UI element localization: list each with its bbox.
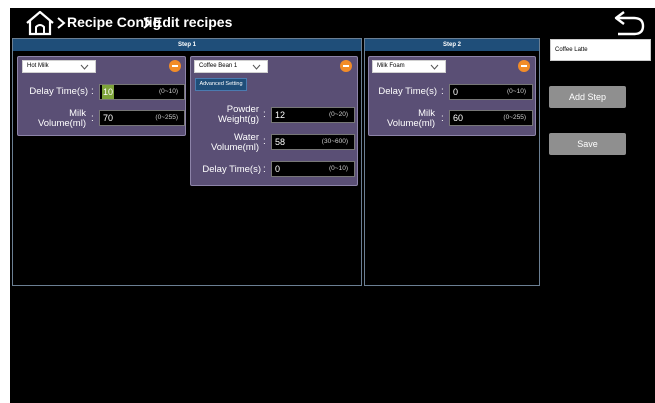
- add-step-button[interactable]: Add Step: [549, 86, 626, 108]
- delay-time-input[interactable]: 0 (0~10): [449, 84, 533, 100]
- back-arrow-icon[interactable]: [610, 8, 648, 36]
- milk-volume-input[interactable]: 60 (0~255): [449, 110, 533, 126]
- range-hint: (30~600): [321, 138, 348, 145]
- remove-ingredient-button[interactable]: [169, 60, 181, 72]
- colon: :: [441, 86, 444, 97]
- range-hint: (0~10): [329, 165, 348, 172]
- step-card-coffee-bean: Coffee Bean 1 Advanced Setting Powder We…: [190, 56, 358, 186]
- range-hint: (0~10): [507, 88, 526, 95]
- chevron-down-icon: [80, 64, 89, 70]
- field-label: Delay Time(s): [202, 164, 261, 175]
- ingredient-select-value: Milk Foam: [377, 63, 405, 69]
- screen: Recipe Config Edit recipes Step 1 Hot Mi…: [10, 8, 655, 403]
- milk-volume-input[interactable]: 70 (0~255): [99, 110, 185, 126]
- input-value: 0: [453, 87, 459, 97]
- colon: :: [91, 86, 94, 97]
- ingredient-select-value: Hot Milk: [27, 63, 49, 69]
- input-value: 0: [275, 164, 281, 174]
- ingredient-select[interactable]: Hot Milk: [22, 60, 96, 73]
- ingredient-select[interactable]: Coffee Bean 1: [194, 60, 268, 73]
- colon: :: [441, 113, 444, 124]
- colon: :: [263, 109, 266, 120]
- advanced-setting-button[interactable]: Advanced Setting: [195, 78, 247, 91]
- ingredient-select-value: Coffee Bean 1: [199, 63, 238, 69]
- range-hint: (0~20): [329, 111, 348, 118]
- breadcrumb-separator-icon: [143, 17, 152, 29]
- field-label: Water Volume(ml): [210, 132, 259, 153]
- delay-time-input[interactable]: 0 (0~10): [271, 161, 355, 177]
- home-icon[interactable]: [24, 10, 56, 36]
- input-value: 12: [275, 110, 286, 120]
- breadcrumb-separator-icon: [57, 17, 66, 29]
- field-label: Delay Time(s): [378, 86, 437, 97]
- field-label: Milk Volume(ml): [386, 108, 435, 129]
- colon: :: [263, 164, 266, 175]
- recipe-name-input[interactable]: Coffee Latte: [550, 39, 651, 61]
- step-card-hot-milk: Hot Milk Delay Time(s) : 10 (0~10) Milk …: [17, 56, 186, 136]
- input-value: 70: [103, 113, 114, 123]
- colon: :: [91, 113, 94, 124]
- ingredient-select[interactable]: Milk Foam: [372, 60, 446, 73]
- field-label: Milk Volume(ml): [37, 108, 86, 129]
- range-hint: (0~255): [503, 114, 526, 121]
- field-label: Delay Time(s): [29, 86, 88, 97]
- input-value: 10: [102, 85, 115, 99]
- step-2-panel: Step 2 Milk Foam Delay Time(s) : 0 (0~10…: [364, 38, 540, 286]
- range-hint: (0~255): [155, 114, 178, 121]
- delay-time-input[interactable]: 10 (0~10): [99, 84, 185, 100]
- step-1-panel: Step 1 Hot Milk Delay Time(s) : 10 (0~10…: [12, 38, 362, 286]
- breadcrumb-edit-recipes: Edit recipes: [153, 14, 233, 30]
- chevron-down-icon: [430, 64, 439, 70]
- step-2-title: Step 2: [365, 39, 539, 51]
- field-label: Powder Weight(g): [217, 104, 259, 125]
- range-hint: (0~10): [159, 88, 178, 95]
- remove-ingredient-button[interactable]: [518, 60, 530, 72]
- remove-ingredient-button[interactable]: [340, 60, 352, 72]
- colon: :: [263, 136, 266, 147]
- chevron-down-icon: [252, 64, 261, 70]
- step-card-milk-foam: Milk Foam Delay Time(s) : 0 (0~10) Milk …: [368, 56, 536, 136]
- input-value: 60: [453, 113, 464, 123]
- water-volume-input[interactable]: 58 (30~600): [271, 134, 355, 150]
- input-value: 58: [275, 137, 286, 147]
- step-1-title: Step 1: [13, 39, 361, 51]
- save-button[interactable]: Save: [549, 133, 626, 155]
- powder-weight-input[interactable]: 12 (0~20): [271, 107, 355, 123]
